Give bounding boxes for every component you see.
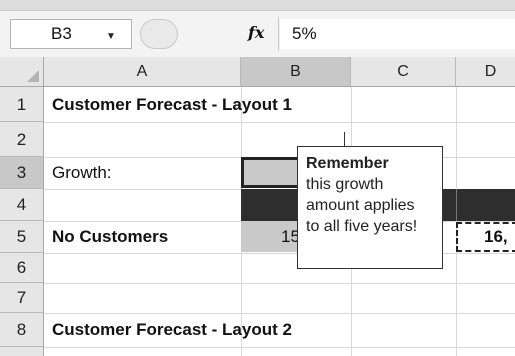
column-header-c[interactable]: C bbox=[351, 57, 456, 87]
comment-line-3: to all five years! bbox=[306, 218, 418, 235]
formula-input[interactable]: 5% bbox=[280, 19, 515, 49]
row-header-1[interactable]: 1 bbox=[0, 87, 44, 122]
gridline bbox=[44, 122, 515, 123]
formula-bar-divider bbox=[278, 17, 279, 51]
insert-function-icon[interactable]: fx bbox=[248, 23, 264, 42]
formula-bar: B3 ▼ fx 5% bbox=[0, 11, 515, 58]
select-all-button[interactable] bbox=[0, 57, 44, 87]
column-header-d[interactable]: D bbox=[456, 57, 515, 87]
cell-b5[interactable]: 15 bbox=[241, 221, 301, 252]
column-header-a[interactable]: A bbox=[44, 57, 241, 87]
worksheet-grid[interactable]: A B C D 1 2 3 4 5 6 7 8 Customer Forecas… bbox=[0, 57, 515, 356]
gridline bbox=[456, 189, 457, 221]
row-header-7[interactable]: 7 bbox=[0, 283, 44, 313]
name-box-value: B3 bbox=[51, 24, 72, 43]
row-header-6[interactable]: 6 bbox=[0, 253, 44, 283]
window-top-edge bbox=[0, 0, 515, 11]
comment-connector bbox=[344, 132, 345, 146]
formula-bar-splitter[interactable] bbox=[140, 19, 178, 49]
gridline bbox=[44, 283, 515, 284]
row-header-9[interactable] bbox=[0, 347, 44, 356]
column-header-b[interactable]: B bbox=[241, 57, 351, 87]
cell-a5[interactable]: No Customers bbox=[44, 221, 168, 253]
row-header-8[interactable]: 8 bbox=[0, 313, 44, 347]
gridline bbox=[44, 253, 515, 254]
comment-author: Remember bbox=[306, 155, 389, 172]
cell-d5-copy-marquee[interactable]: 16, bbox=[456, 222, 515, 252]
cell-comment-box[interactable]: Remember this growth amount applies to a… bbox=[297, 146, 443, 269]
comment-line-2: amount applies bbox=[306, 197, 415, 214]
row-header-2[interactable]: 2 bbox=[0, 122, 44, 157]
row-header-3[interactable]: 3 bbox=[0, 157, 44, 189]
chevron-down-icon[interactable]: ▼ bbox=[106, 31, 116, 42]
select-all-triangle-icon bbox=[27, 70, 39, 82]
comment-line-1: this growth bbox=[306, 176, 384, 193]
formula-value: 5% bbox=[292, 24, 317, 43]
row-header-4[interactable]: 4 bbox=[0, 189, 44, 221]
cell-a1[interactable]: Customer Forecast - Layout 1 bbox=[44, 87, 292, 122]
cell-a3[interactable]: Growth: bbox=[44, 157, 112, 189]
cell-a8[interactable]: Customer Forecast - Layout 2 bbox=[44, 313, 292, 347]
gridline bbox=[44, 347, 515, 348]
row-header-5[interactable]: 5 bbox=[0, 221, 44, 253]
